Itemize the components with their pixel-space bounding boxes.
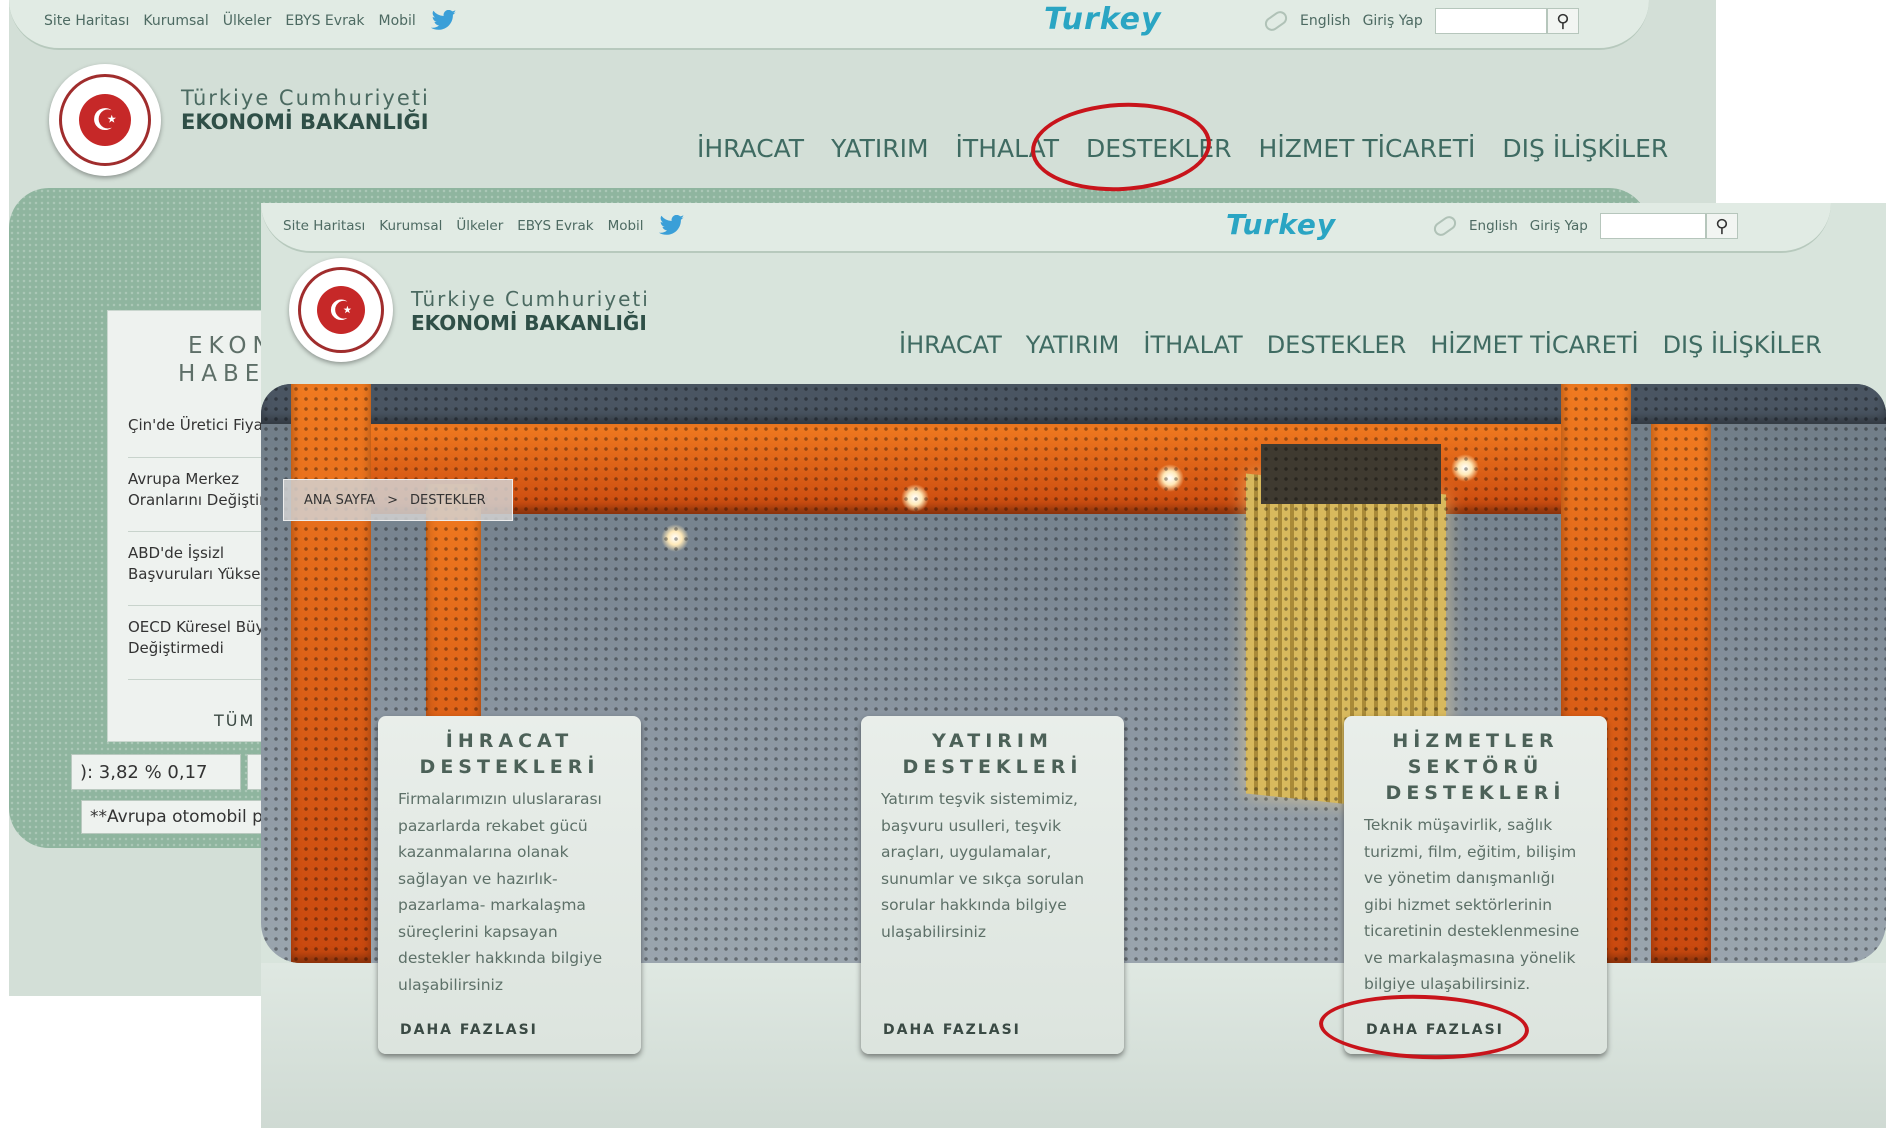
card-text: Teknik müşavirlik, sağlık turizmi, film,… xyxy=(1364,816,1580,993)
nav-yatirim[interactable]: YATIRIM xyxy=(1026,331,1120,359)
top-link-corporate[interactable]: Kurumsal xyxy=(143,13,208,29)
search-input[interactable] xyxy=(1599,213,1706,239)
english-link[interactable]: English xyxy=(1300,13,1351,29)
nav-destekler[interactable]: DESTEKLER xyxy=(1267,331,1407,359)
org-line2: EKONOMİ BAKANLIĞI xyxy=(411,311,647,335)
card-ihracat-destekleri[interactable]: İHRACAT DESTEKLERİ Firmalarımızın uluslar… xyxy=(378,716,641,1054)
more-link[interactable]: DAHA FAZLASI xyxy=(883,1022,1021,1038)
main-nav: İHRACAT YATIRIM İTHALAT DESTEKLER HİZMET… xyxy=(899,331,1822,359)
breadcrumb-separator: > xyxy=(387,492,399,508)
news-item[interactable]: Avrupa Merkez Oranlarını Değiştir xyxy=(128,469,278,511)
more-link[interactable]: DAHA FAZLASI xyxy=(400,1022,538,1038)
card-text: Yatırım teşvik sistemimiz, başvuru usull… xyxy=(881,790,1085,941)
card-yatirim-destekleri[interactable]: YATIRIM DESTEKLERİ Yatırım teşvik sistemi… xyxy=(861,716,1124,1054)
card-text: Firmalarımızın uluslararası pazarlarda r… xyxy=(398,790,603,994)
link-icon xyxy=(1262,8,1290,34)
top-links: Site Haritası Kurumsal Ülkeler EBYS Evra… xyxy=(283,215,686,237)
turkey-brand[interactable]: Turkey xyxy=(1044,2,1162,37)
top-link-mobile[interactable]: Mobil xyxy=(608,218,644,234)
ticker-value: ): 3,82 % 0,17 xyxy=(71,754,241,790)
nav-dis-iliskiler[interactable]: DIŞ İLİŞKİLER xyxy=(1663,331,1822,359)
nav-dis-iliskiler[interactable]: DIŞ İLİŞKİLER xyxy=(1502,134,1668,163)
search-icon[interactable]: ⚲ xyxy=(1546,8,1579,34)
org-title: Türkiye Cumhuriyeti EKONOMİ BAKANLIĞI xyxy=(181,86,430,134)
turkey-brand[interactable]: Turkey xyxy=(1226,208,1336,241)
top-link-corporate[interactable]: Kurumsal xyxy=(379,218,442,234)
top-link-countries[interactable]: Ülkeler xyxy=(456,218,503,234)
card-title-line: DESTEKLERİ xyxy=(902,756,1083,778)
card-title-line: DESTEKLERİ xyxy=(419,756,600,778)
nav-yatirim[interactable]: YATIRIM xyxy=(831,134,928,163)
card-title-line: İHRACAT xyxy=(445,730,574,752)
foreground-screenshot: Site Haritası Kurumsal Ülkeler EBYS Evra… xyxy=(261,203,1886,1128)
news-item[interactable]: Çin'de Üretici Fiyat xyxy=(128,415,278,436)
twitter-icon[interactable] xyxy=(658,215,686,237)
org-line1: Türkiye Cumhuriyeti xyxy=(411,287,650,311)
card-title-line: DESTEKLERİ xyxy=(1385,782,1566,804)
search-input[interactable] xyxy=(1434,8,1547,34)
login-link[interactable]: Giriş Yap xyxy=(1530,218,1588,234)
english-link[interactable]: English xyxy=(1469,218,1518,234)
top-bar: Site Haritası Kurumsal Ülkeler EBYS Evra… xyxy=(261,203,1831,253)
top-link-ebys[interactable]: EBYS Evrak xyxy=(285,13,364,29)
nav-hizmet-ticareti[interactable]: HİZMET TİCARETİ xyxy=(1259,134,1476,163)
top-links: Site Haritası Kurumsal Ülkeler EBYS Evra… xyxy=(44,10,458,32)
card-title-line: SEKTÖRÜ xyxy=(1407,756,1544,778)
nav-ihracat[interactable]: İHRACAT xyxy=(899,331,1002,359)
ministry-logo[interactable]: ☪ xyxy=(289,258,393,362)
nav-ihracat[interactable]: İHRACAT xyxy=(697,134,804,163)
top-link-countries[interactable]: Ülkeler xyxy=(223,13,272,29)
login-link[interactable]: Giriş Yap xyxy=(1363,13,1423,29)
card-title-line: YATIRIM xyxy=(932,730,1053,752)
org-line2: EKONOMİ BAKANLIĞI xyxy=(181,110,429,134)
top-bar: Site Haritası Kurumsal Ülkeler EBYS Evra… xyxy=(9,0,1649,50)
breadcrumb: ANA SAYFA > DESTEKLER xyxy=(283,479,513,521)
ticker-note: **Avrupa otomobil p xyxy=(81,800,271,834)
top-link-site-map[interactable]: Site Haritası xyxy=(283,218,365,234)
twitter-icon[interactable] xyxy=(430,10,458,32)
breadcrumb-home[interactable]: ANA SAYFA xyxy=(304,493,375,508)
link-icon xyxy=(1431,213,1459,239)
news-item[interactable]: OECD Küresel Büy Değiştirmedi xyxy=(128,617,278,659)
top-link-site-map[interactable]: Site Haritası xyxy=(44,13,129,29)
top-link-ebys[interactable]: EBYS Evrak xyxy=(517,218,593,234)
news-box: EKON HABER Çin'de Üretici Fiyat Avrupa M… xyxy=(107,310,287,742)
nav-hizmet-ticareti[interactable]: HİZMET TİCARETİ xyxy=(1430,331,1638,359)
news-item[interactable]: ABD'de İşsizl Başvuruları Yüksel xyxy=(128,543,278,585)
top-link-mobile[interactable]: Mobil xyxy=(379,13,416,29)
breadcrumb-current: DESTEKLER xyxy=(410,492,486,508)
org-line1: Türkiye Cumhuriyeti xyxy=(181,86,430,110)
nav-ithalat[interactable]: İTHALAT xyxy=(1143,331,1242,359)
card-title-line: HİZMETLER xyxy=(1392,730,1559,752)
search-icon[interactable]: ⚲ xyxy=(1705,213,1738,239)
org-title: Türkiye Cumhuriyeti EKONOMİ BAKANLIĞI xyxy=(411,287,650,335)
ministry-logo[interactable]: ☪ xyxy=(49,64,161,176)
